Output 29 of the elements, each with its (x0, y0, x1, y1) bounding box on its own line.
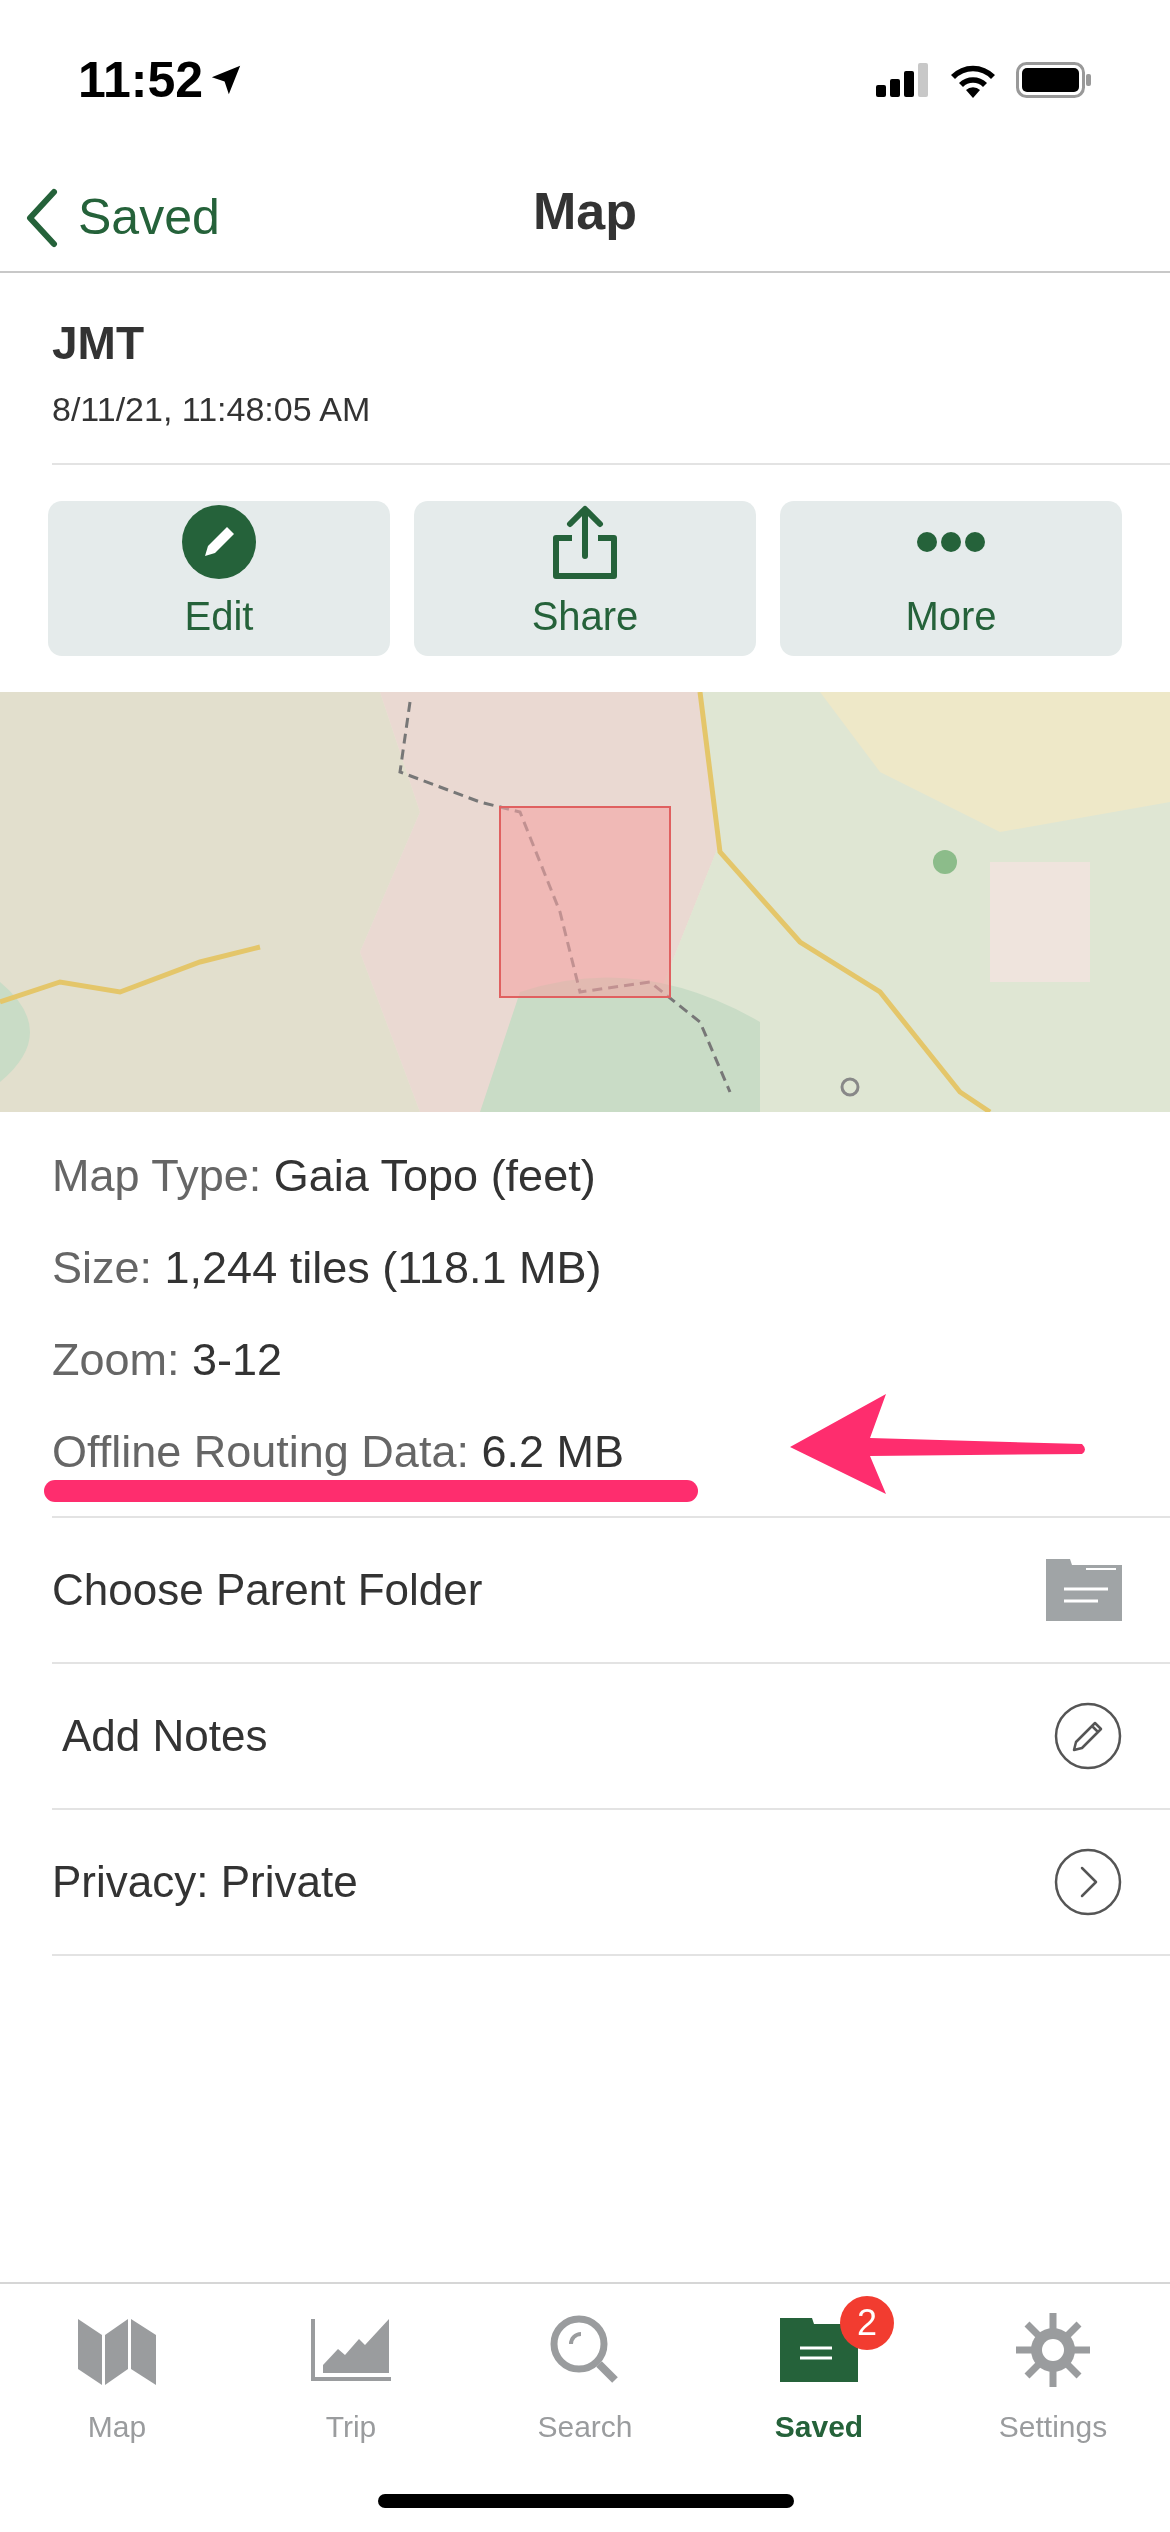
more-button[interactable]: More (780, 501, 1122, 656)
share-icon (550, 504, 620, 580)
status-time: 11:52 (78, 50, 204, 110)
signal-icon (876, 63, 930, 97)
chevron-circle-icon (1054, 1848, 1122, 1916)
chevron-left-icon (24, 187, 60, 248)
folder-row[interactable]: Choose Parent Folder (52, 1518, 1170, 1664)
chart-icon (311, 2319, 391, 2381)
detail-text: Zoom: 3-12 (52, 1333, 283, 1388)
detail-text: Map Type: Gaia Topo (feet) (52, 1149, 596, 1204)
folder-icon (1046, 1559, 1122, 1621)
more-icon (916, 530, 986, 554)
pencil-icon (181, 504, 257, 580)
screen-title: Map (533, 180, 637, 242)
count-badge: 2 (840, 2296, 894, 2350)
tab-button[interactable]: 2 Saved (702, 2284, 936, 2467)
detail-text: Size: 1,244 tiles (118.1 MB) (52, 1241, 602, 1296)
share-button[interactable]: Share (414, 501, 756, 656)
settings-icon (1016, 2313, 1090, 2387)
pencil-circle-icon (1054, 1702, 1122, 1770)
notes-row[interactable]: Add Notes (52, 1664, 1170, 1810)
folder-icon (780, 2318, 858, 2382)
battery-icon (1016, 62, 1092, 98)
detail-text: Offline Routing Data: 6.2 MB (52, 1425, 624, 1480)
edit-button[interactable]: Edit (48, 501, 390, 656)
back-button[interactable]: Saved (24, 180, 220, 255)
map-date: 8/11/21, 11:48:05 AM (52, 389, 372, 430)
privacy-row[interactable]: Privacy: Private (52, 1810, 1170, 1956)
map-name: JMT (52, 316, 145, 371)
